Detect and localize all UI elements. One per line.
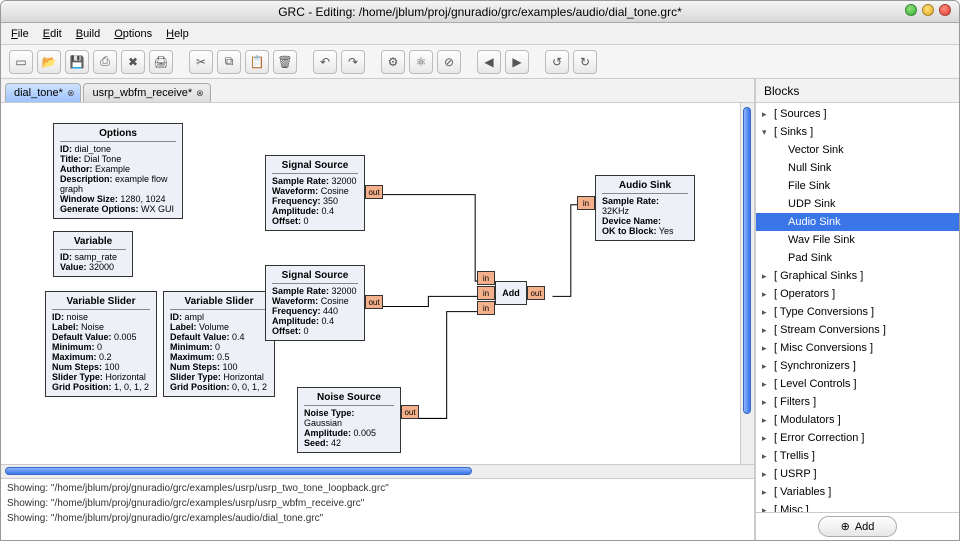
block-variable-slider-noise[interactable]: Variable SliderID: noiseLabel: NoiseDefa… — [45, 291, 157, 397]
tree-category[interactable]: ▸[ USRP ] — [756, 465, 959, 483]
generate-icon[interactable]: ⚙ — [381, 50, 405, 74]
kill-icon[interactable]: ⊘ — [437, 50, 461, 74]
canvas-horizontal-scrollbar[interactable] — [1, 464, 754, 478]
flowgraph-canvas[interactable]: OptionsID: dial_toneTitle: Dial ToneAuth… — [1, 103, 754, 464]
tree-category[interactable]: ▸[ Type Conversions ] — [756, 303, 959, 321]
window-title: GRC - Editing: /home/jblum/proj/gnuradio… — [278, 5, 682, 19]
block-options[interactable]: OptionsID: dial_toneTitle: Dial ToneAuth… — [53, 123, 183, 219]
tree-category[interactable]: ▸[ Operators ] — [756, 285, 959, 303]
tab-dial_tone-[interactable]: dial_tone*⊗ — [5, 83, 81, 102]
tree-item[interactable]: Wav File Sink — [756, 231, 959, 249]
blocks-panel-header: Blocks — [756, 79, 959, 103]
undo-icon[interactable]: ↶ — [313, 50, 337, 74]
new-icon[interactable]: ▭ — [9, 50, 33, 74]
port-out[interactable]: out — [401, 405, 419, 419]
log-panel: Showing: "/home/jblum/proj/gnuradio/grc/… — [1, 478, 754, 540]
tree-category[interactable]: ▸[ Sources ] — [756, 105, 959, 123]
close-window-button[interactable] — [939, 4, 951, 16]
close-icon[interactable]: ⊗ — [196, 88, 204, 99]
titlebar: GRC - Editing: /home/jblum/proj/gnuradio… — [1, 1, 959, 23]
block-signal-source-2[interactable]: Signal SourceSample Rate: 32000Waveform:… — [265, 265, 365, 341]
log-line: Showing: "/home/jblum/proj/gnuradio/grc/… — [7, 481, 748, 496]
close-icon[interactable]: ⊗ — [67, 88, 75, 99]
log-line: Showing: "/home/jblum/proj/gnuradio/grc/… — [7, 496, 748, 511]
port-in[interactable]: in — [477, 301, 495, 315]
block-add[interactable]: Add — [495, 281, 527, 305]
menu-options[interactable]: Options — [114, 28, 152, 40]
port-in[interactable]: in — [477, 286, 495, 300]
block-signal-source-1[interactable]: Signal SourceSample Rate: 32000Waveform:… — [265, 155, 365, 231]
tree-item[interactable]: Null Sink — [756, 159, 959, 177]
port-in[interactable]: in — [477, 271, 495, 285]
paste-icon[interactable]: 📋 — [245, 50, 269, 74]
execute-icon[interactable]: ⚛ — [409, 50, 433, 74]
block-variable[interactable]: VariableID: samp_rateValue: 32000 — [53, 231, 133, 277]
next-icon[interactable]: ▶ — [505, 50, 529, 74]
delete-icon[interactable]: 🗑 — [273, 50, 297, 74]
add-button-label: Add — [855, 521, 875, 533]
prev-icon[interactable]: ◀ — [477, 50, 501, 74]
tree-category[interactable]: ▾[ Sinks ] — [756, 123, 959, 141]
tree-item[interactable]: UDP Sink — [756, 195, 959, 213]
log-line: Showing: "/home/jblum/proj/gnuradio/grc/… — [7, 511, 748, 526]
copy-icon[interactable]: ⧉ — [217, 50, 241, 74]
tree-category[interactable]: ▸[ Error Correction ] — [756, 429, 959, 447]
close-icon[interactable]: ✖ — [121, 50, 145, 74]
tree-category[interactable]: ▸[ Modulators ] — [756, 411, 959, 429]
port-in[interactable]: in — [577, 196, 595, 210]
tree-item[interactable]: Pad Sink — [756, 249, 959, 267]
tab-usrp_wbfm_receive-[interactable]: usrp_wbfm_receive*⊗ — [83, 83, 210, 102]
tree-category[interactable]: ▸[ Misc Conversions ] — [756, 339, 959, 357]
tree-category[interactable]: ▸[ Stream Conversions ] — [756, 321, 959, 339]
cut-icon[interactable]: ✂ — [189, 50, 213, 74]
port-out[interactable]: out — [365, 295, 383, 309]
tree-category[interactable]: ▸[ Trellis ] — [756, 447, 959, 465]
rotate-right-icon[interactable]: ↻ — [573, 50, 597, 74]
document-tabs: dial_tone*⊗usrp_wbfm_receive*⊗ — [1, 79, 754, 103]
tree-item[interactable]: Audio Sink — [756, 213, 959, 231]
port-out[interactable]: out — [365, 185, 383, 199]
tree-category[interactable]: ▸[ Filters ] — [756, 393, 959, 411]
toolbar: ▭ 📂 💾 ⎙ ✖ 🖨 ✂ ⧉ 📋 🗑 ↶ ↷ ⚙ ⚛ ⊘ ◀ ▶ ↺ ↻ — [1, 45, 959, 79]
canvas-vertical-scrollbar[interactable] — [740, 103, 754, 464]
tree-category[interactable]: ▸[ Variables ] — [756, 483, 959, 501]
menu-edit[interactable]: Edit — [43, 28, 62, 40]
save-as-icon[interactable]: ⎙ — [93, 50, 117, 74]
add-button[interactable]: ⊕ Add — [818, 516, 898, 537]
tree-item[interactable]: File Sink — [756, 177, 959, 195]
block-noise-source[interactable]: Noise SourceNoise Type: GaussianAmplitud… — [297, 387, 401, 453]
tree-item[interactable]: Vector Sink — [756, 141, 959, 159]
plus-icon: ⊕ — [841, 520, 850, 533]
block-audio-sink[interactable]: Audio SinkSample Rate: 32KHzDevice Name:… — [595, 175, 695, 241]
save-icon[interactable]: 💾 — [65, 50, 89, 74]
port-out[interactable]: out — [527, 286, 545, 300]
tree-category[interactable]: ▸[ Misc ] — [756, 501, 959, 512]
open-icon[interactable]: 📂 — [37, 50, 61, 74]
menu-file[interactable]: File — [11, 28, 29, 40]
menu-help[interactable]: Help — [166, 28, 189, 40]
redo-icon[interactable]: ↷ — [341, 50, 365, 74]
zoom-button[interactable] — [922, 4, 934, 16]
tree-category[interactable]: ▸[ Graphical Sinks ] — [756, 267, 959, 285]
tree-category[interactable]: ▸[ Level Controls ] — [756, 375, 959, 393]
menu-build[interactable]: Build — [76, 28, 100, 40]
print-icon[interactable]: 🖨 — [149, 50, 173, 74]
blocks-tree[interactable]: ▸[ Sources ]▾[ Sinks ]Vector SinkNull Si… — [756, 103, 959, 512]
rotate-left-icon[interactable]: ↺ — [545, 50, 569, 74]
block-variable-slider-ampl[interactable]: Variable SliderID: amplLabel: VolumeDefa… — [163, 291, 275, 397]
tree-category[interactable]: ▸[ Synchronizers ] — [756, 357, 959, 375]
minimize-button[interactable] — [905, 4, 917, 16]
menubar: File Edit Build Options Help — [1, 23, 959, 45]
